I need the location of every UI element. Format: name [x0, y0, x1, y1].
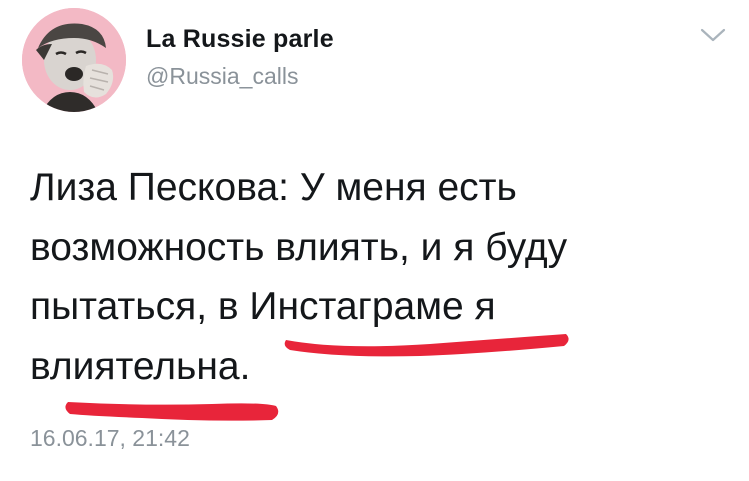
avatar[interactable] [22, 8, 126, 112]
tweet-text-line: Лиза Пескова: У меня есть [30, 166, 517, 209]
tweet-text-line: возможность влиять, и я буду [30, 225, 568, 269]
timestamp[interactable]: 16.06.17, 21:42 [30, 425, 190, 452]
tweet-card: La Russie parle @Russia_calls Лиза Песко… [0, 0, 749, 481]
tweet-text-line: влиятельна. [30, 344, 251, 388]
chevron-down-icon[interactable] [700, 26, 726, 44]
tweet-text: Лиза Пескова: У меня есть возможность вл… [30, 158, 720, 396]
user-handle[interactable]: @Russia_calls [146, 63, 298, 90]
tweet-text-line: пытаться, в Инстаграме я [30, 285, 496, 328]
profile-photo-icon [22, 8, 126, 112]
red-underline-stroke [65, 402, 279, 421]
display-name[interactable]: La Russie parle [146, 25, 334, 54]
